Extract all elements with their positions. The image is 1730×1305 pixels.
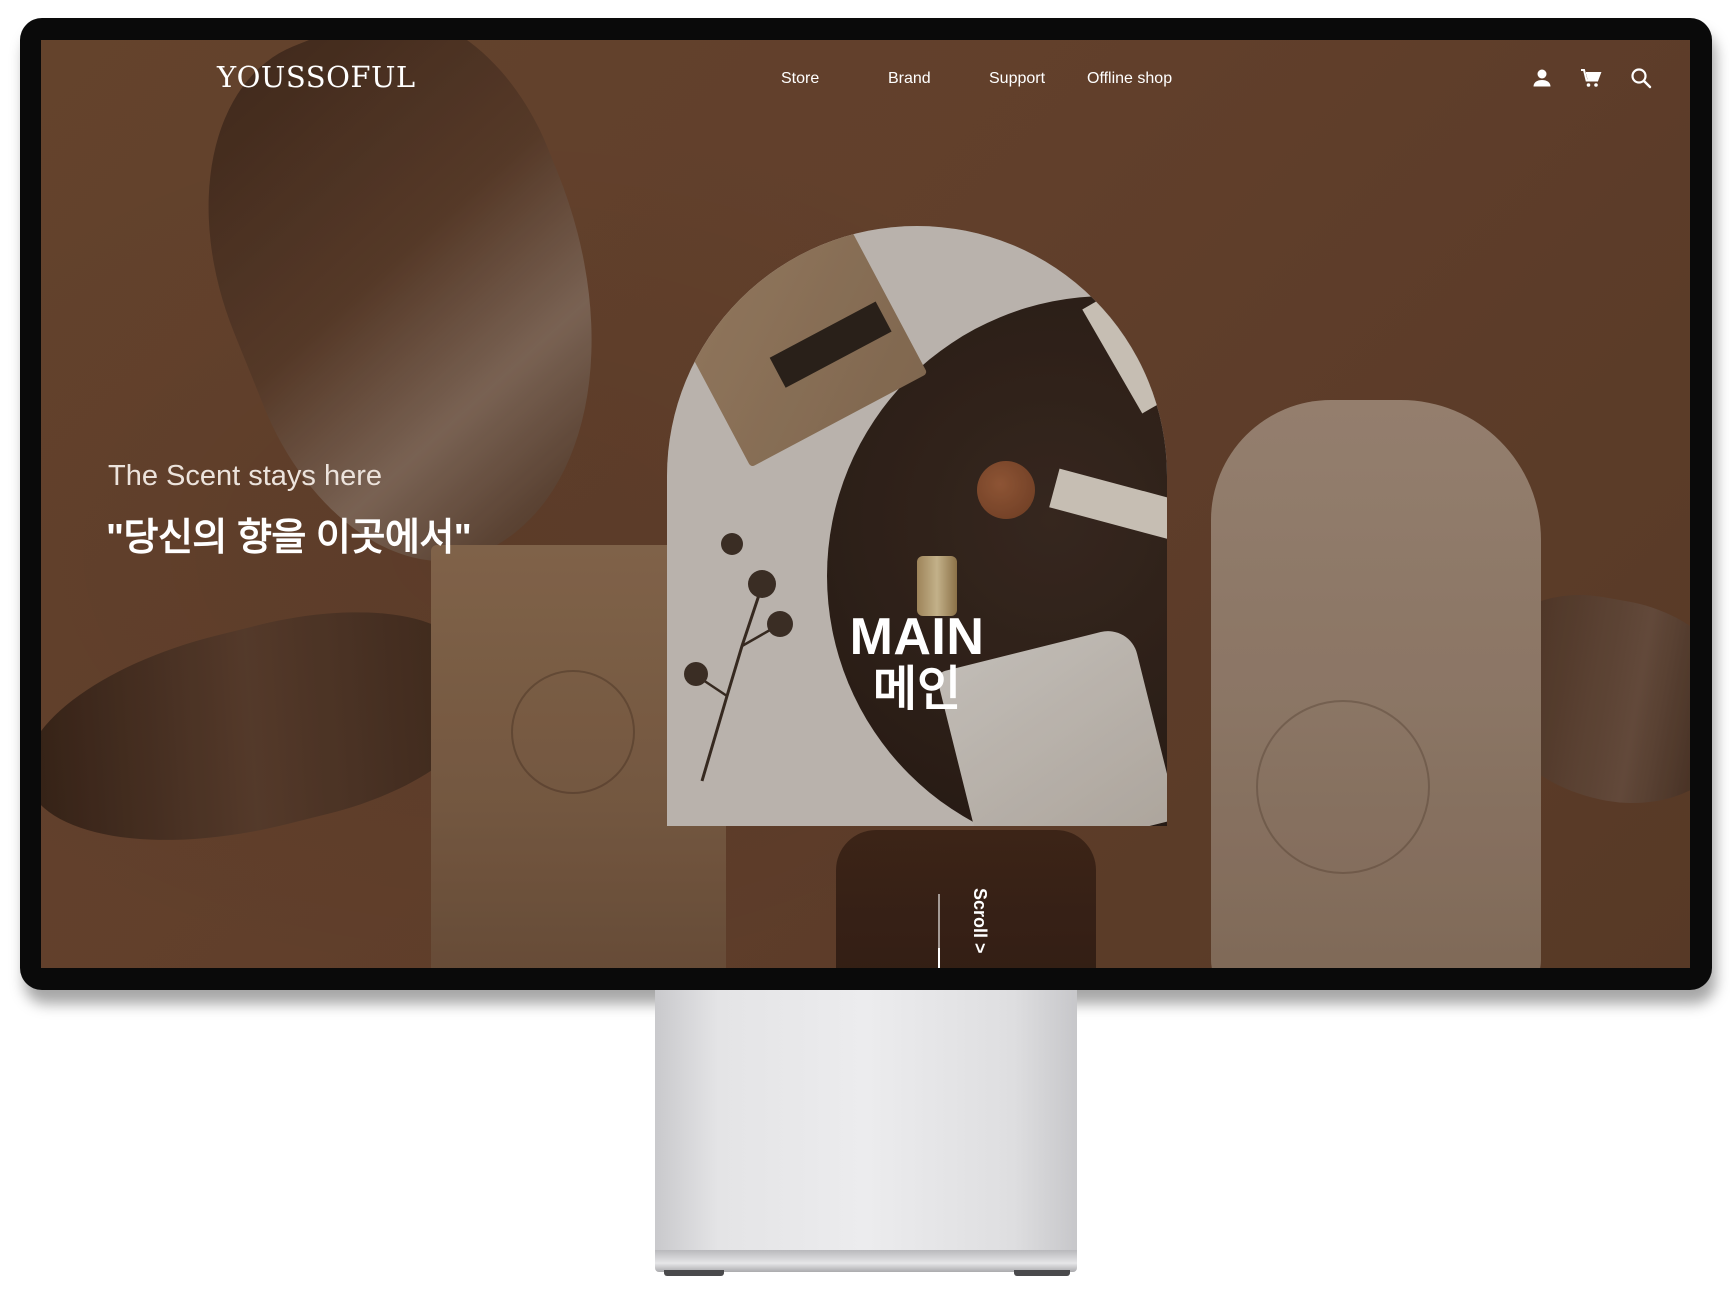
nav-offline-shop[interactable]: Offline shop [1087,70,1172,88]
hero-arch-image[interactable]: MAIN 메인 [667,226,1167,826]
website-screen: YOUSSOFUL Store Brand Support Offline sh… [41,40,1690,968]
site-logo[interactable]: YOUSSOFUL [217,60,416,94]
nav-brand[interactable]: Brand [888,70,931,88]
hero-headline: "당신의 향을 이곳에서" [106,517,472,559]
arch-overlay [667,226,1167,826]
monitor-foot-right [1014,1270,1070,1276]
cart-icon[interactable] [1579,66,1603,90]
main-subtitle: 메인 [872,663,962,716]
monitor-stand [655,990,1077,1252]
search-icon[interactable] [1629,66,1653,90]
user-icon[interactable] [1530,66,1554,90]
scroll-progress [938,948,940,968]
monitor-stand-base [655,1250,1077,1272]
monitor-foot-left [664,1270,724,1276]
hero-tagline: The Scent stays here [108,460,383,492]
scroll-indicator[interactable]: Scroll > [969,888,990,954]
nav-store[interactable]: Store [781,70,819,88]
site-header: YOUSSOFUL Store Brand Support Offline sh… [41,40,1690,120]
main-title: MAIN [849,608,985,666]
nav-support[interactable]: Support [989,70,1045,88]
monitor-frame: YOUSSOFUL Store Brand Support Offline sh… [20,18,1712,990]
